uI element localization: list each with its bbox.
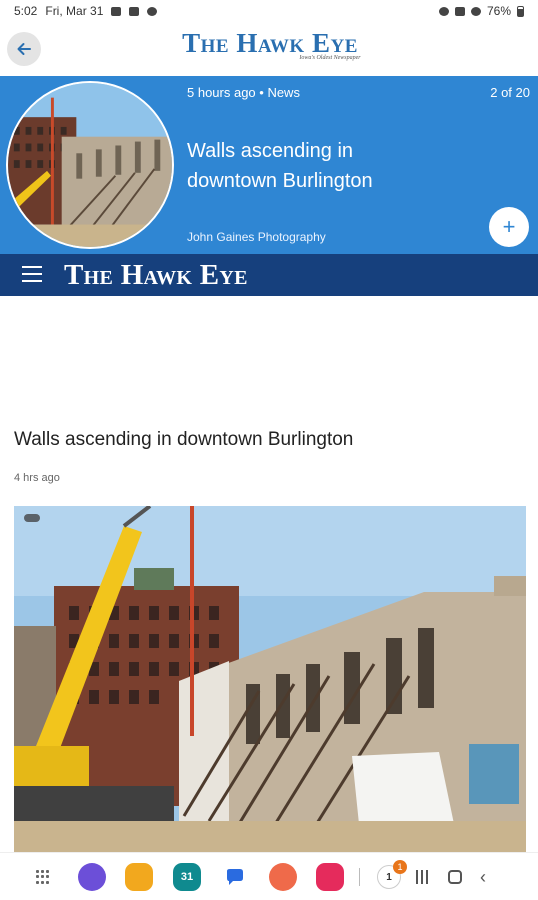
system-back-button[interactable]: ‹: [480, 868, 486, 886]
home-button[interactable]: [448, 870, 462, 884]
site-nav-bar: The Hawk Eye: [0, 254, 538, 296]
status-time: 5:02: [14, 4, 38, 18]
link-icon: [438, 6, 449, 16]
article-photo[interactable]: [14, 506, 526, 852]
article-title: Walls ascending in downtown Burlington: [14, 429, 354, 450]
app-logo-text: The Hawk Eye: [182, 28, 358, 58]
site-logo[interactable]: The Hawk Eye: [64, 259, 248, 291]
plus-icon: +: [502, 214, 516, 239]
back-button[interactable]: [7, 32, 41, 66]
messages-app-icon[interactable]: [221, 863, 249, 891]
status-left: 5:02 Fri, Mar 31: [14, 4, 158, 18]
image-indicator-icon: [24, 514, 40, 522]
contacts-app-icon[interactable]: [269, 863, 297, 891]
dock-separator: [359, 868, 360, 886]
app-notification-icon: [147, 6, 158, 16]
my-files-app-icon[interactable]: [125, 863, 153, 891]
story-header[interactable]: 5 hours ago • News 2 of 20 Walls ascendi…: [0, 76, 538, 254]
story-thumbnail[interactable]: [6, 81, 174, 249]
story-credit: John Gaines Photography: [187, 230, 326, 244]
battery-percent: 76%: [486, 4, 511, 18]
calendar-app-icon[interactable]: 31: [173, 863, 201, 891]
status-date: Fri, Mar 31: [45, 4, 104, 18]
mail-notification-icon: [129, 6, 140, 16]
status-right: 76%: [438, 4, 524, 18]
menu-icon[interactable]: [22, 266, 42, 282]
notification-badge: 1: [393, 860, 407, 874]
calendar-day: 31: [180, 871, 194, 883]
construction-photo-image: [14, 506, 526, 852]
story-title[interactable]: Walls ascending in downtown Burlington: [187, 136, 437, 196]
battery-icon: [517, 5, 524, 17]
app-dock: 31 1 1 ‹: [0, 852, 538, 900]
construction-thumbnail-image: [8, 83, 172, 247]
recents-button[interactable]: [416, 870, 430, 884]
mute-icon: [454, 6, 465, 16]
article: Walls ascending in downtown Burlington 4…: [0, 296, 538, 852]
app-logo: The Hawk Eye Iowa's Oldest Newspaper: [140, 28, 400, 61]
article-timestamp: 4 hrs ago: [14, 472, 60, 484]
wifi-icon: [470, 6, 481, 16]
gallery-notification-icon: [111, 6, 122, 16]
internet-app-icon[interactable]: [78, 863, 106, 891]
app-header: The Hawk Eye Iowa's Oldest Newspaper: [0, 22, 538, 76]
story-position: 2 of 20: [490, 85, 530, 100]
add-button[interactable]: +: [489, 207, 529, 247]
status-bar: 5:02 Fri, Mar 31 76%: [0, 0, 538, 22]
camera-app-icon[interactable]: [316, 863, 344, 891]
apps-grid-icon[interactable]: [36, 870, 50, 884]
arrow-left-icon: [17, 43, 31, 55]
message-bubble-icon: [227, 869, 243, 885]
story-meta: 5 hours ago • News: [187, 85, 300, 100]
